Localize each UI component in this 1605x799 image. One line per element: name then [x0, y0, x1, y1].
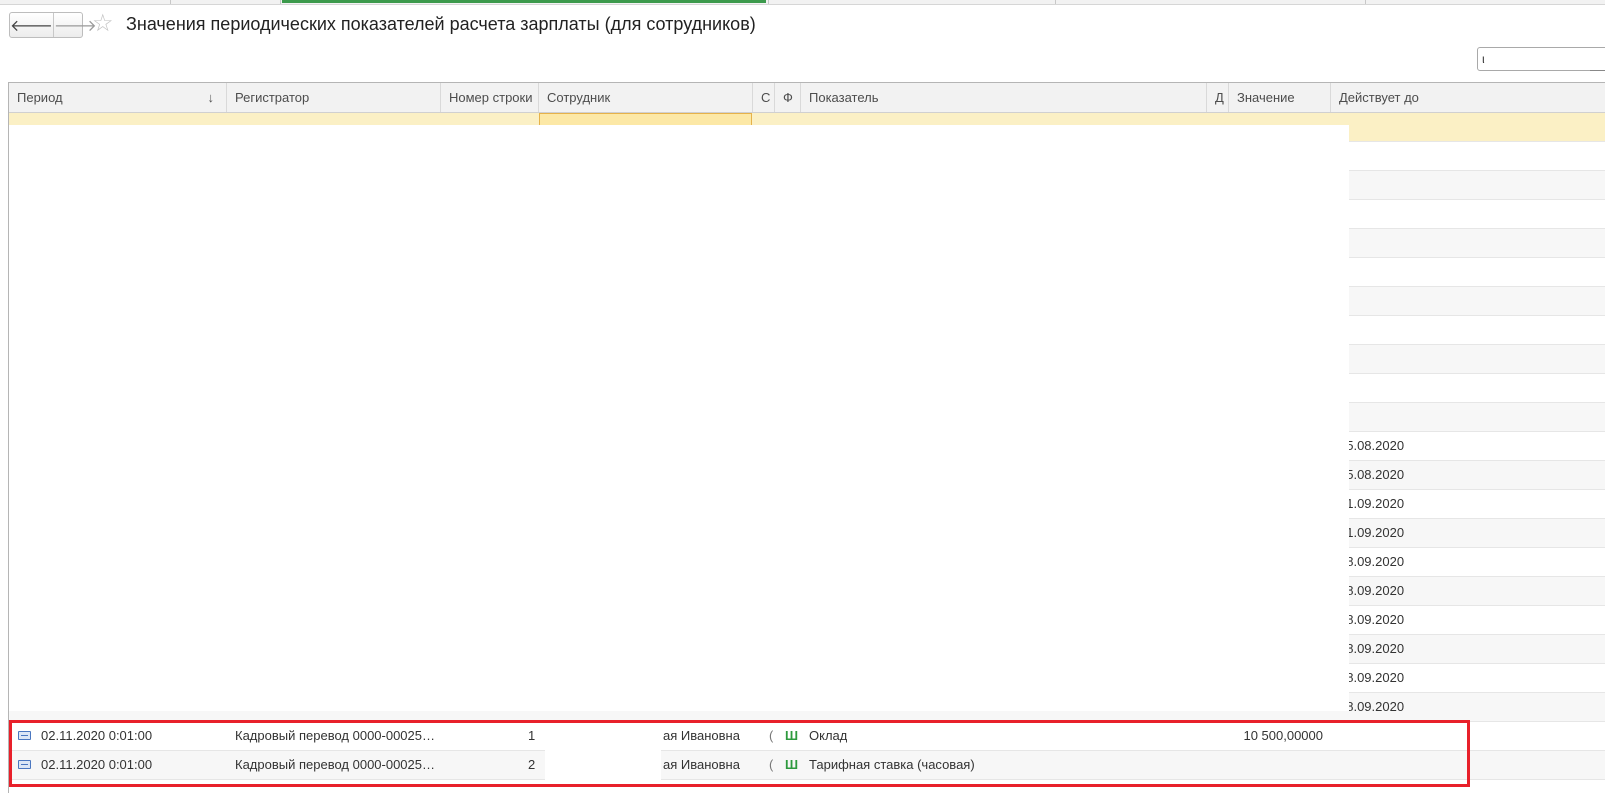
column-f[interactable]: Ф [775, 83, 801, 112]
tab-separator [1055, 0, 1056, 4]
column-indicator[interactable]: Показатель [801, 83, 1207, 112]
sort-desc-icon: ↓ [207, 90, 215, 105]
column-value[interactable]: Значение [1229, 83, 1331, 112]
search-input[interactable]: ι [1477, 47, 1605, 71]
column-period[interactable]: Период ↓ [9, 83, 227, 112]
back-button[interactable]: 🡐 [10, 13, 53, 37]
tab-separator [170, 0, 171, 4]
column-period-label: Период [17, 90, 63, 105]
tab-separator [280, 0, 281, 4]
highlight-frame [9, 720, 1470, 787]
redacted-area [9, 125, 1349, 711]
star-icon[interactable]: ☆ [92, 10, 114, 38]
arrow-left-icon: 🡐 [10, 17, 53, 35]
column-registrar[interactable]: Регистратор [227, 83, 441, 112]
table-header: Период ↓ Регистратор Номер строки Сотруд… [9, 83, 1605, 113]
arrow-right-icon: 🡒 [53, 17, 97, 35]
tab-separator [1365, 0, 1366, 4]
tab-strip [0, 0, 1605, 5]
page-title: Значения периодических показателей расче… [126, 14, 756, 34]
column-d[interactable]: Д [1207, 83, 1229, 112]
tab-separator [768, 0, 769, 4]
column-employee[interactable]: Сотрудник [539, 83, 753, 112]
active-tab-indicator[interactable] [282, 0, 766, 3]
navigation-buttons: 🡐 🡒 [9, 12, 97, 38]
column-line-no[interactable]: Номер строки [441, 83, 539, 112]
search-dropdown-line [1590, 70, 1605, 71]
forward-button[interactable]: 🡒 [52, 13, 97, 37]
column-c[interactable]: С [753, 83, 775, 112]
column-valid-until[interactable]: Действует до [1331, 83, 1605, 112]
